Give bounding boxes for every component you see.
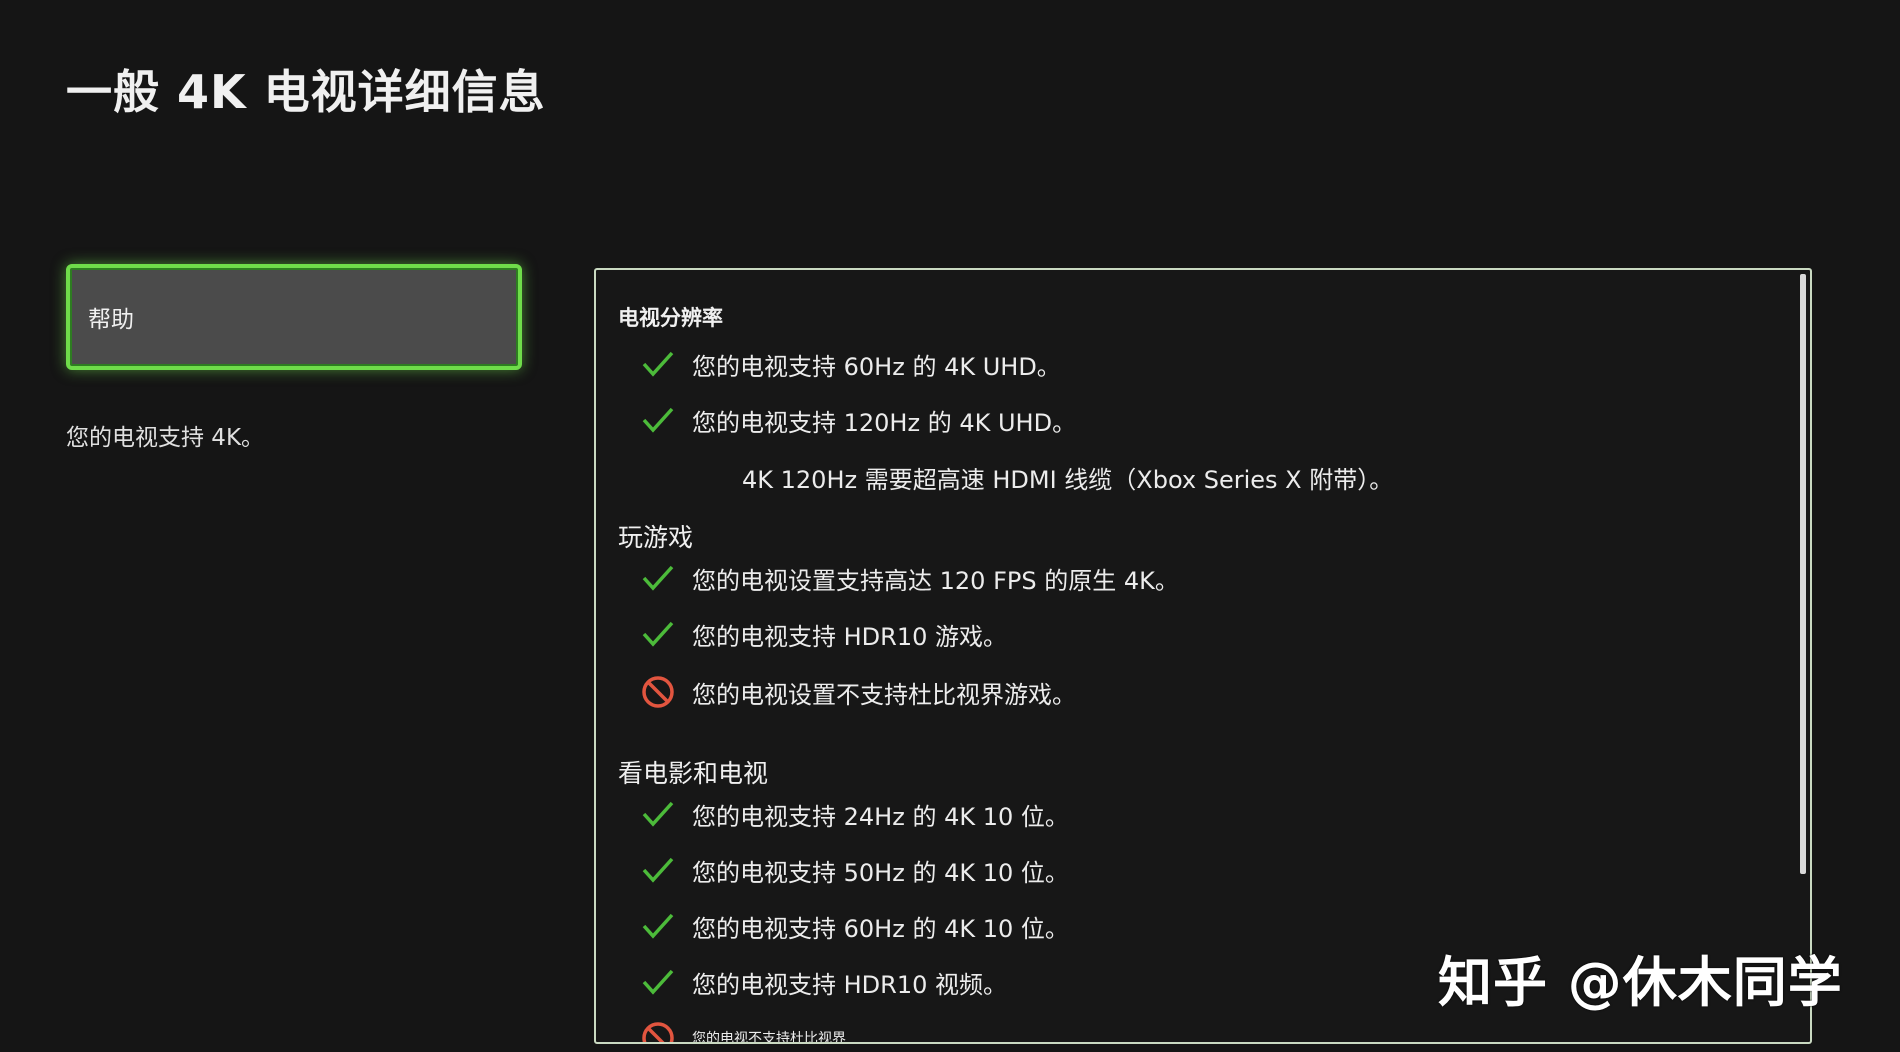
- tv-support-summary: 您的电视支持 4K。: [66, 425, 265, 451]
- list-item-text: 您的电视不支持杜比视界: [692, 1031, 846, 1044]
- checkmark-icon: [640, 908, 676, 944]
- prohibited-icon: [640, 674, 676, 710]
- checkmark-icon: [640, 964, 676, 1000]
- list-item-text: 您的电视支持 HDR10 游戏。: [692, 622, 1007, 651]
- list-item: 您的电视支持 120Hz 的 4K UHD。: [640, 402, 1076, 438]
- list-item-text: 您的电视支持 120Hz 的 4K UHD。: [692, 408, 1077, 437]
- checkmark-icon: [640, 796, 676, 832]
- hdmi-cable-note: 4K 120Hz 需要超高速 HDMI 线缆（Xbox Series X 附带）…: [742, 466, 1394, 494]
- section-resolution: 电视分辨率: [618, 302, 723, 332]
- checkmark-icon: [640, 346, 676, 382]
- list-item: 您的电视支持 HDR10 游戏。: [640, 616, 1007, 652]
- page-title: 一般 4K 电视详细信息: [66, 65, 546, 119]
- list-item: 您的电视设置不支持杜比视界游戏。: [640, 674, 1076, 710]
- help-button-label: 帮助: [88, 307, 134, 333]
- list-item: 您的电视支持 24Hz 的 4K 10 位。: [640, 796, 1069, 832]
- details-panel[interactable]: 电视分辨率 您的电视支持 60Hz 的 4K UHD。 您的电视支持 120Hz…: [594, 268, 1812, 1044]
- list-item-text: 您的电视设置支持高达 120 FPS 的原生 4K。: [692, 566, 1179, 595]
- list-item-text: 您的电视支持 60Hz 的 4K 10 位。: [692, 914, 1069, 943]
- scrollbar[interactable]: [1800, 274, 1806, 874]
- section-heading-resolution: 电视分辨率: [618, 306, 723, 330]
- section-movies-tv: 看电影和电视: [618, 754, 768, 790]
- checkmark-icon: [640, 616, 676, 652]
- list-item-text: 您的电视设置不支持杜比视界游戏。: [692, 680, 1076, 709]
- list-item: 您的电视支持 60Hz 的 4K 10 位。: [640, 908, 1069, 944]
- list-item-text: 您的电视支持 HDR10 视频。: [692, 970, 1007, 999]
- help-button[interactable]: 帮助: [66, 264, 522, 370]
- prohibited-icon: [640, 1020, 676, 1042]
- list-item: 您的电视设置支持高达 120 FPS 的原生 4K。: [640, 560, 1179, 596]
- list-item-text: 您的电视支持 24Hz 的 4K 10 位。: [692, 802, 1069, 831]
- list-item: 您的电视支持 60Hz 的 4K UHD。: [640, 346, 1061, 382]
- section-gaming: 玩游戏: [618, 518, 693, 554]
- checkmark-icon: [640, 402, 676, 438]
- list-item: 您的电视不支持杜比视界: [640, 1020, 846, 1044]
- section-heading-gaming: 玩游戏: [618, 523, 694, 552]
- list-item-text: 您的电视支持 60Hz 的 4K UHD。: [692, 352, 1061, 381]
- list-item: 您的电视支持 HDR10 视频。: [640, 964, 1007, 1000]
- section-heading-movies-tv: 看电影和电视: [618, 759, 769, 788]
- watermark: 知乎 @休木同学: [1438, 951, 1843, 1014]
- checkmark-icon: [640, 852, 676, 888]
- checkmark-icon: [640, 560, 676, 596]
- list-item: 您的电视支持 50Hz 的 4K 10 位。: [640, 852, 1069, 888]
- list-item-text: 您的电视支持 50Hz 的 4K 10 位。: [692, 858, 1069, 887]
